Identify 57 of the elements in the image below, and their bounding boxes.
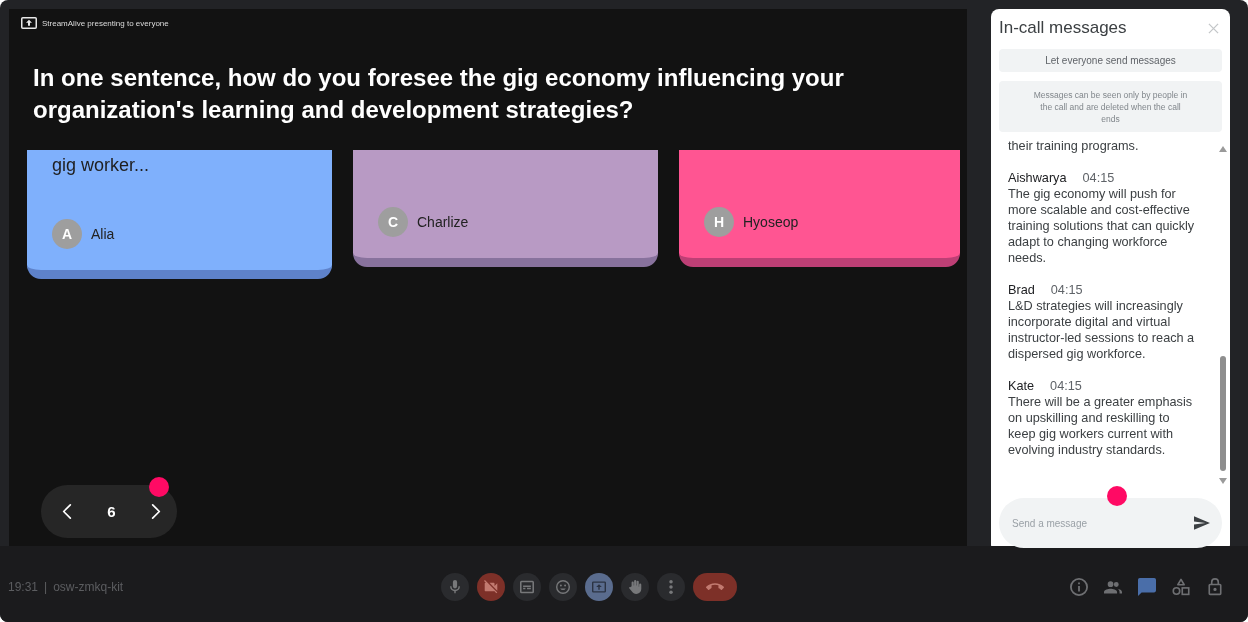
meeting-code: osw-zmkq-kit [53, 580, 124, 594]
presenting-label: StreamAlive presenting to everyone [42, 17, 169, 29]
scrollbar-thumb[interactable] [1219, 356, 1226, 471]
author-name: Charlize [417, 214, 469, 230]
sender-name: Brad [1008, 282, 1035, 298]
present-icon [21, 17, 37, 29]
message-text: L&D strategies will increasingly incorporate digital and virtual instructor-led sessions to reach a dispersed gig workforce. [1008, 298, 1196, 362]
cursor-dot-icon [1107, 486, 1127, 506]
avatar: C [378, 207, 408, 237]
microphone-button[interactable] [441, 573, 469, 601]
more-options-button[interactable] [657, 573, 685, 601]
chevron-right-icon[interactable] [151, 503, 161, 520]
phone-icon [706, 583, 724, 591]
chevron-left-icon[interactable] [62, 503, 72, 520]
author-name: Hyoseop [743, 214, 799, 230]
sender-name: Aishwarya [1008, 170, 1067, 186]
panel-title: In-call messages [999, 18, 1127, 38]
people-icon[interactable] [1104, 578, 1122, 596]
more-icon [669, 580, 673, 594]
shapes-icon[interactable] [1172, 578, 1190, 596]
message-time: 04:15 [1082, 170, 1115, 186]
separator: | [44, 580, 48, 594]
avatar: H [704, 207, 734, 237]
raise-hand-button[interactable] [621, 573, 649, 601]
captions-icon [520, 580, 534, 594]
message-text: There will be a greater emphasis on upskilling and reskilling to keep gig workers current with evolving industry standards. [1008, 394, 1194, 458]
microphone-icon [448, 580, 462, 594]
page-number: 6 [107, 503, 116, 520]
avatar: A [52, 219, 82, 249]
message-text: The gig economy will push for more scalable and cost-effective training solutions that can quickly adapt to changing workforce needs. [1008, 186, 1196, 266]
hand-icon [628, 580, 642, 594]
emoji-icon [556, 580, 570, 594]
camera-button[interactable] [477, 573, 505, 601]
question-title: In one sentence, how do you foresee the gig economy influencing your organization's learning and development strategies? [33, 63, 845, 125]
captions-button[interactable] [513, 573, 541, 601]
chat-icon[interactable] [1138, 578, 1156, 596]
info-notice: Messages can be seen only by people in the call and are deleted when the call ends [999, 81, 1222, 132]
send-icon[interactable] [1194, 516, 1210, 530]
present-icon [592, 580, 606, 594]
message-time: 04:15 [1050, 282, 1083, 298]
cursor-dot-icon [149, 477, 169, 497]
permission-button[interactable]: Let everyone send messages [999, 49, 1222, 72]
message-text: their training programs. [1008, 138, 1140, 154]
message-input[interactable]: Send a message [999, 498, 1222, 548]
present-button[interactable] [585, 573, 613, 601]
emoji-button[interactable] [549, 573, 577, 601]
lock-icon[interactable] [1206, 578, 1224, 596]
info-icon[interactable] [1070, 578, 1088, 596]
message-time: 04:15 [1050, 378, 1082, 394]
author-name: Alia [91, 226, 115, 242]
scroll-up-icon[interactable] [1218, 146, 1227, 152]
response-text: gig worker... [52, 154, 151, 176]
sender-name: Kate [1008, 378, 1035, 394]
scroll-down-icon[interactable] [1218, 478, 1227, 484]
camera-off-icon [484, 580, 498, 594]
end-call-button[interactable] [693, 573, 737, 601]
meeting-time: 19:31 [8, 580, 39, 594]
